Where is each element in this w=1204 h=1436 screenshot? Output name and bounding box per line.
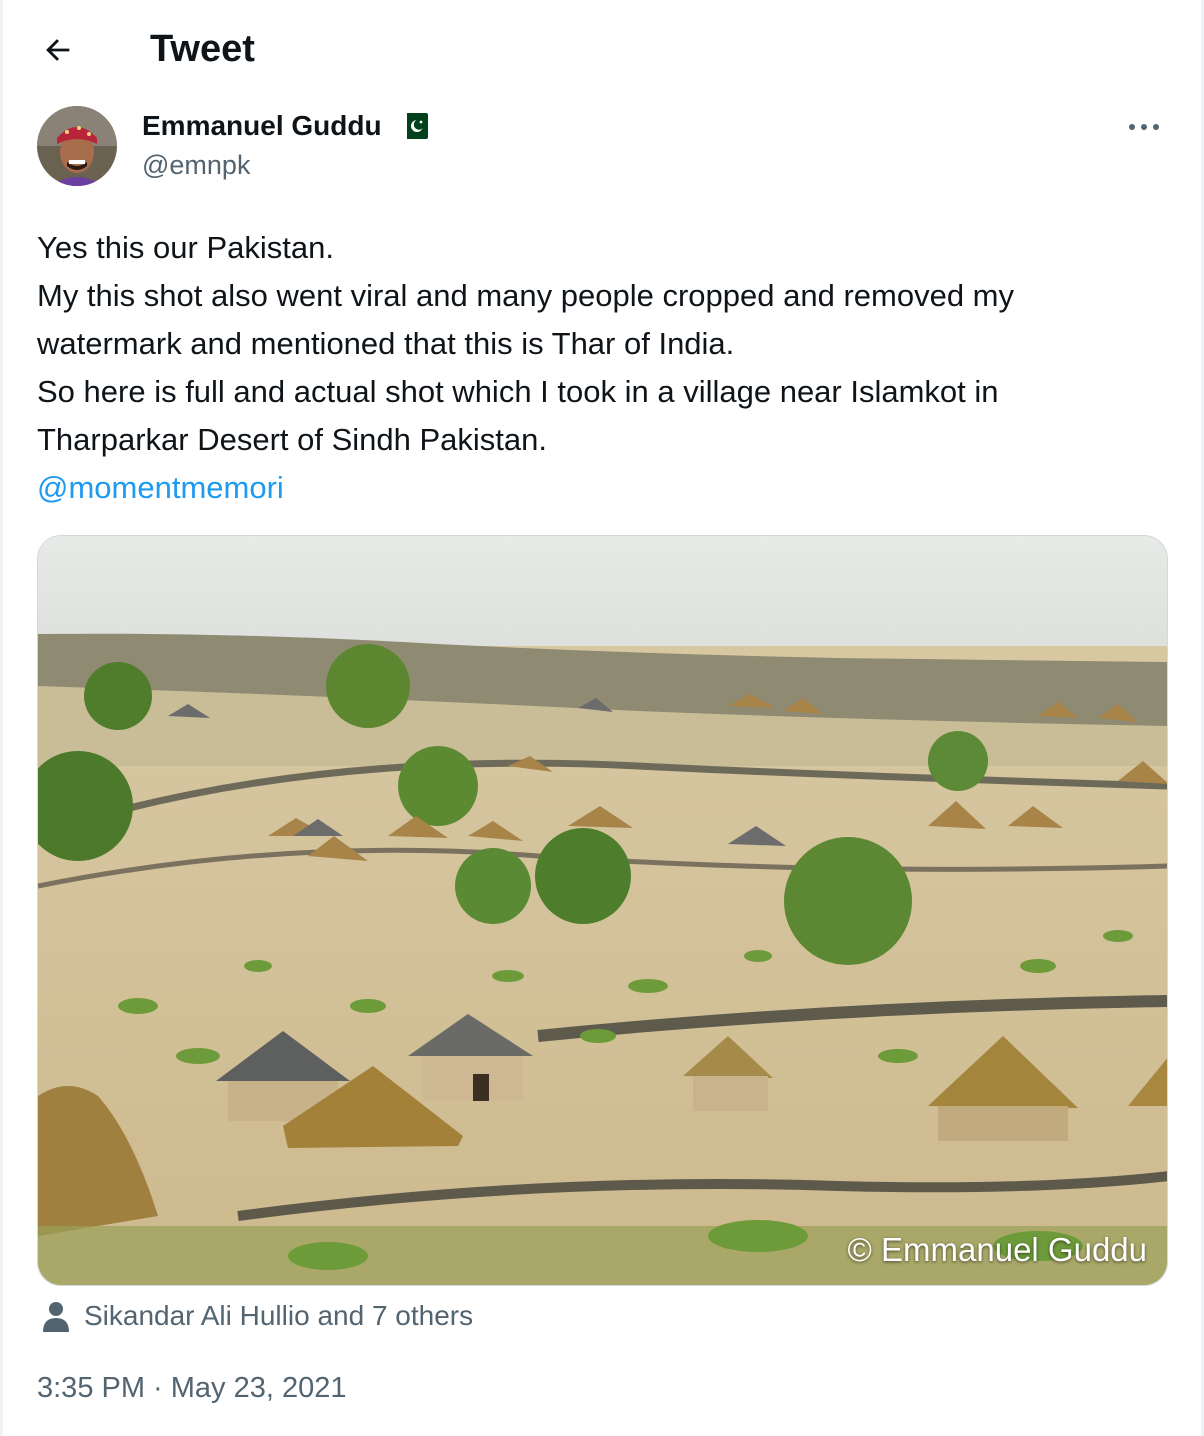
tweet-line: So here is full and actual shot which I … [37,374,999,409]
author-block: Emmanuel Guddu @emnpk [142,108,428,182]
tweet-photo[interactable]: © Emmanuel Guddu [37,535,1168,1286]
more-icon [1129,124,1159,130]
pakistan-flag-icon [399,113,428,139]
tweet-line: Tharparkar Desert of Sindh Pakistan. [37,422,548,457]
tagged-users[interactable]: Sikandar Ali Hullio and 7 others [42,1296,473,1336]
tweet-line: Yes this our Pakistan. [37,230,334,265]
tweet-line: watermark and mentioned that this is Tha… [37,326,735,361]
tagged-users-label: Sikandar Ali Hullio and 7 others [84,1300,474,1331]
tweet-timestamp[interactable]: 3:35 PM · May 23, 2021 [37,1368,347,1408]
author-handle[interactable]: @emnpk [142,148,428,182]
avatar[interactable] [37,106,117,186]
tweet-text: Yes this our Pakistan. My this shot also… [37,224,1167,512]
page-title: Tweet [150,28,255,70]
arrow-left-icon [46,39,70,61]
back-button[interactable] [30,22,86,78]
photo-watermark: © Emmanuel Guddu [847,1231,1147,1268]
mention-link[interactable]: @momentmemori [37,464,1167,512]
more-options-button[interactable] [1122,112,1166,142]
person-icon [43,1302,69,1332]
left-border [0,0,3,1436]
tweet-line: My this shot also went viral and many pe… [37,278,1014,313]
author-name[interactable]: Emmanuel Guddu [142,108,382,144]
header: Tweet [0,0,1204,96]
